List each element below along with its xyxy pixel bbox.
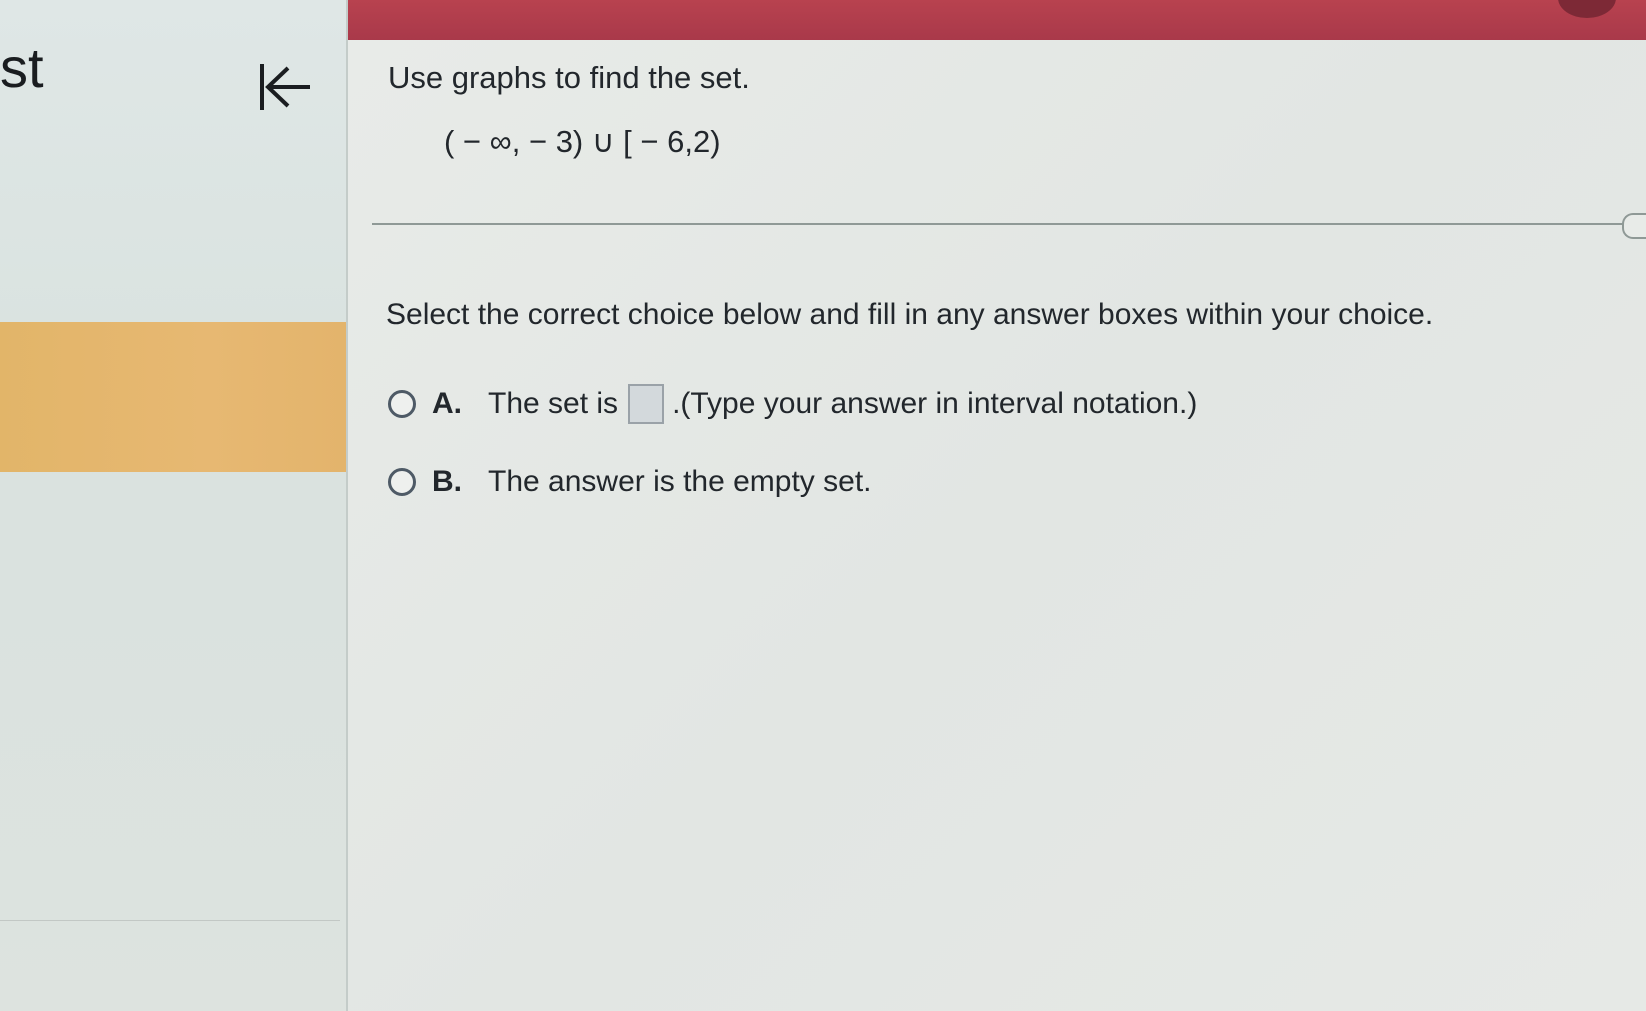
choice-a-letter: A. (432, 387, 462, 420)
section-divider (372, 223, 1634, 225)
divider-handle[interactable] (1622, 213, 1646, 239)
choice-b-radio[interactable] (388, 468, 416, 496)
question-instruction: Use graphs to find the set. (388, 60, 750, 95)
collapse-left-icon (260, 64, 310, 110)
topbar-dot (1558, 0, 1616, 18)
sidebar-active-item[interactable] (0, 322, 346, 472)
collapse-sidebar-button[interactable] (258, 56, 322, 120)
answer-input-box[interactable] (628, 384, 665, 424)
choice-b-text: The answer is the empty set. (488, 465, 872, 498)
sidebar-divider (0, 920, 340, 921)
choice-a[interactable]: A. The set is .(Type your answer in inte… (388, 382, 1197, 426)
choice-a-radio[interactable] (388, 390, 416, 418)
sidebar: st (0, 0, 348, 1011)
choice-a-text: The set is (488, 387, 619, 420)
question-panel: Use graphs to find the set. ( − ∞, − 3) … (348, 40, 1646, 1011)
choice-a-hint: .(Type your answer in interval notation.… (672, 387, 1198, 420)
choice-b-letter: B. (432, 465, 462, 498)
answer-prompt: Select the correct choice below and fill… (386, 298, 1434, 331)
question-expression: ( − ∞, − 3) ∪ [ − 6,2) (444, 124, 721, 159)
choice-b[interactable]: B. The answer is the empty set. (388, 460, 872, 504)
sidebar-fragment-text: st (0, 36, 44, 99)
